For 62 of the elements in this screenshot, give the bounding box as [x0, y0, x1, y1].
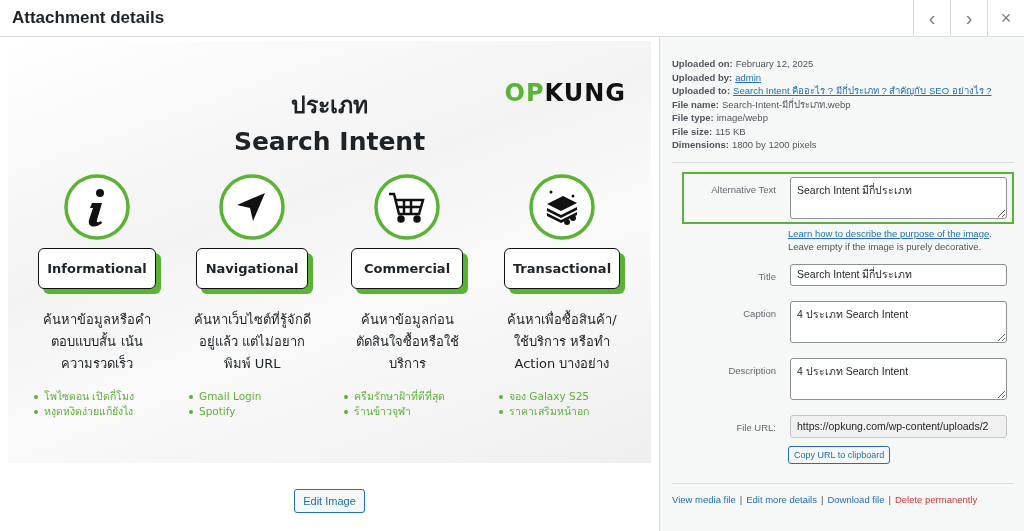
intent-description: ค้นหาเพื่อซื้อสินค้า/ ใช้บริการ หรือทำ Action บางอย่าง — [507, 309, 617, 373]
bullet-icon — [499, 394, 503, 399]
detail-label: Uploaded to: — [672, 85, 731, 96]
money-stack-icon — [529, 174, 595, 240]
intent-description: ค้นหาเว็บไซต์ที่รู้จักดี อยู่แล้ว แต่ไม่อยาก พิมพ์ URL — [193, 309, 311, 373]
copy-url-button[interactable]: Copy URL to clipboard — [788, 445, 891, 464]
infographic-subheading: Search Intent — [233, 127, 426, 156]
text-area[interactable]: 4 ประเภท Search Intent — [790, 300, 1007, 343]
bullet-icon — [189, 409, 193, 414]
example-query: โพไซดอน เปิดกี่โมง — [44, 389, 135, 404]
detail-label: File name: — [672, 98, 719, 110]
bullet-icon — [344, 409, 348, 414]
detail-value: Search-Intent-มีกี่ประเภท.webp — [722, 98, 851, 110]
shopping-cart-icon — [374, 174, 440, 240]
bullet-icon — [34, 409, 38, 414]
example-query: Gmail Login — [199, 389, 262, 404]
example-query: Spotify — [199, 404, 236, 419]
bullet-icon — [189, 394, 193, 399]
example-query: จอง Galaxy S25 — [509, 389, 590, 404]
infographic-heading: ประเภท — [291, 91, 368, 120]
separator-text: | — [739, 493, 743, 505]
text-field[interactable]: Search Intent มีกี่ประเภท — [790, 263, 1007, 286]
example-query: ร้านข้าวจุฬา — [354, 404, 411, 419]
bullet-icon — [34, 394, 38, 399]
detail-label: Uploaded on: — [672, 58, 733, 69]
separator-text: | — [820, 493, 824, 505]
logo: OPKUNG — [504, 79, 626, 107]
url-field[interactable]: https://opkung.com/wp-content/uploads/2 — [790, 414, 1007, 438]
example-query: หงุดหงิดง่ายแก้ยังไง — [44, 404, 133, 419]
intent-description: ค้นหาข้อมูลก่อน ตัดสินใจซื้อหรือใช้ บริการ — [355, 311, 459, 373]
detail-label: File size: — [672, 125, 713, 137]
field-label: File URL: — [735, 420, 777, 433]
detail-value: 1800 by 1200 pixels — [732, 139, 817, 150]
bullet-icon — [344, 394, 348, 399]
text-area[interactable]: 4 ประเภท Search Intent — [790, 357, 1007, 400]
window-title: Attachment details — [12, 8, 165, 28]
action-link[interactable]: Edit more details — [746, 493, 817, 505]
detail-link[interactable]: admin — [735, 71, 762, 83]
field-label: Description — [727, 363, 777, 376]
edit-image-button[interactable]: Edit Image — [294, 489, 365, 513]
action-link[interactable]: Delete permanently — [894, 493, 978, 505]
help-text: Leave empty if the image is purely decorative. — [788, 239, 983, 253]
bullet-icon — [499, 409, 503, 414]
field-label: Title — [757, 269, 777, 282]
action-link[interactable]: View media file — [672, 493, 736, 505]
detail-value: 115 KB — [715, 125, 746, 137]
example-query: ราคาเสริมหน้าอก — [509, 404, 589, 419]
info-icon — [64, 174, 130, 240]
detail-value: image/webp — [716, 112, 768, 123]
text-area[interactable]: Search Intent มีกี่ประเภท — [790, 176, 1007, 219]
field-label: Alternative Text — [710, 182, 777, 195]
detail-value: February 12, 2025 — [735, 58, 814, 69]
field-label: Caption — [742, 306, 777, 319]
detail-label: Uploaded by: — [672, 71, 733, 83]
intent-description: ค้นหาข้อมูลหรือคำ ตอบแบบสั้น เน้น ความรวดเร็ว — [43, 311, 151, 373]
separator-text: | — [888, 493, 891, 505]
action-link[interactable]: Download file — [827, 493, 885, 505]
detail-label: File type: — [672, 112, 714, 123]
example-query: ครีมรักษาฝ้าที่ดีที่สุด — [354, 389, 445, 404]
detail-link[interactable]: Search Intent คืออะไร ? มีกี่ประเภท ? สำคัญกับ SEO อย่างไร ? — [733, 85, 992, 96]
detail-label: Dimensions: — [672, 139, 729, 150]
help-sentence: Learn how to describe the purpose of the image. — [788, 226, 993, 240]
